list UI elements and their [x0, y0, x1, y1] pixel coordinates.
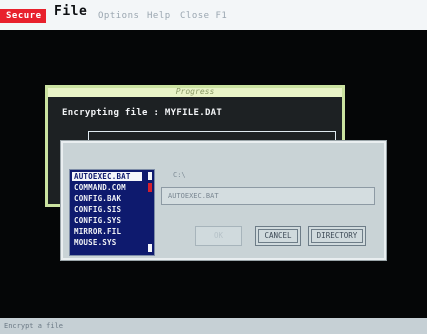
file-list[interactable]: AUTOEXEC.BAT COMMAND.COM CONFIG.BAK CONF…	[69, 169, 155, 256]
file-list-item[interactable]: MOUSE.SYS	[74, 238, 116, 247]
progress-title: Progress	[175, 87, 215, 96]
scroll-down-arrow-icon[interactable]	[148, 244, 152, 252]
file-list-item[interactable]: CONFIG.SIS	[74, 205, 121, 214]
menu-close-label: Close F1	[180, 11, 228, 21]
directory-button[interactable]: DIRECTORY	[308, 226, 366, 246]
file-list-item[interactable]: MIRROR.FIL	[74, 227, 121, 236]
menu-help[interactable]: Help	[147, 11, 171, 21]
menu-secure-label: Secure	[6, 11, 42, 21]
status-bar: Encrypt a file	[0, 318, 427, 334]
encrypting-file-label: Encrypting file : MYFILE.DAT	[62, 108, 223, 118]
scroll-up-arrow-icon[interactable]	[148, 172, 152, 180]
current-path-label: C:\	[173, 171, 186, 179]
menu-options-label: Options	[98, 11, 140, 21]
file-select-dialog: AUTOEXEC.BAT COMMAND.COM CONFIG.BAK CONF…	[61, 141, 386, 260]
file-list-item[interactable]: CONFIG.SYS	[74, 216, 121, 225]
menu-help-label: Help	[147, 11, 171, 21]
status-text: Encrypt a file	[4, 322, 64, 330]
progress-titlebar: Progress	[48, 87, 342, 97]
menu-bar: Secure File Options Help Close F1	[0, 0, 427, 30]
menu-file[interactable]: File	[54, 4, 88, 19]
ok-button[interactable]: OK	[195, 226, 242, 246]
menu-options[interactable]: Options	[98, 11, 139, 21]
scroll-thumb[interactable]	[148, 183, 152, 192]
menu-file-label: File	[54, 4, 88, 19]
menu-close[interactable]: Close F1	[180, 11, 227, 21]
cancel-button[interactable]: CANCEL	[255, 226, 301, 246]
file-list-item[interactable]: AUTOEXEC.BAT	[72, 172, 142, 181]
dos-screen: Secure File Options Help Close F1 Progre…	[0, 0, 427, 334]
file-list-item[interactable]: CONFIG.BAK	[74, 194, 121, 203]
menu-secure[interactable]: Secure	[0, 9, 46, 23]
file-list-scrollbar[interactable]	[148, 172, 152, 252]
filename-input[interactable]	[161, 187, 375, 205]
file-list-item[interactable]: COMMAND.COM	[74, 183, 126, 192]
